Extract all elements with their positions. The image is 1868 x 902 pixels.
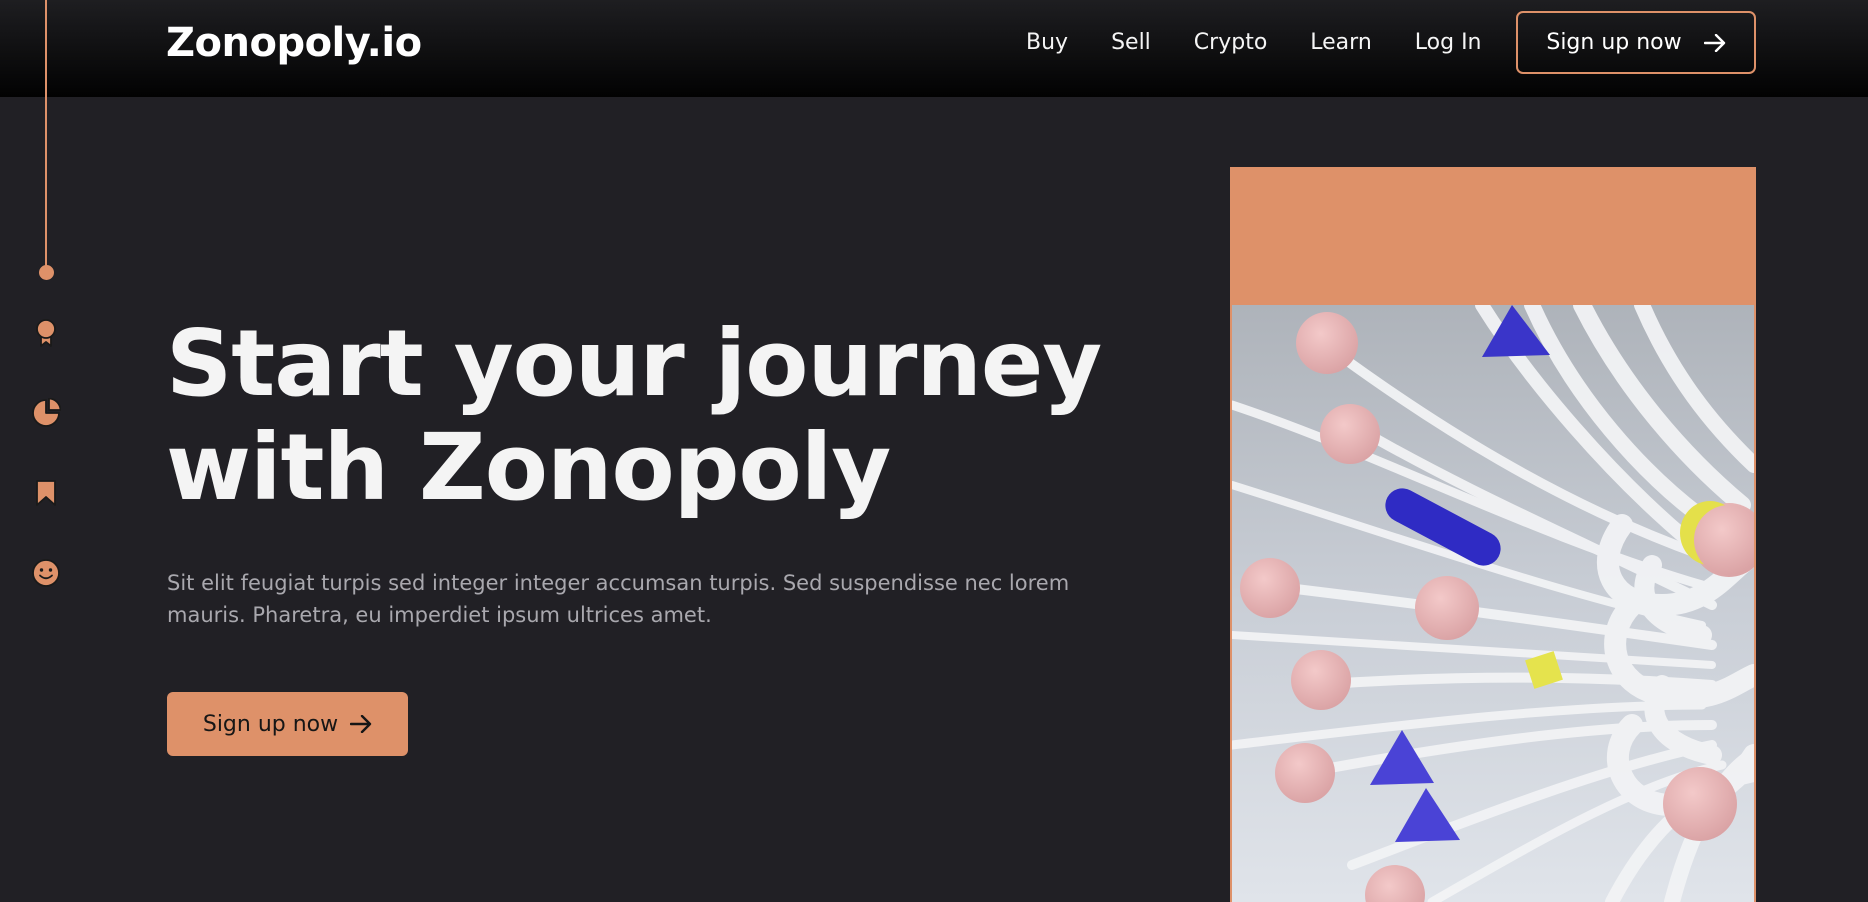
hero-title-line-2: with Zonopoly	[166, 414, 891, 521]
nav-link-crypto[interactable]: Crypto	[1194, 30, 1267, 55]
nav-signup-button[interactable]: Sign up now	[1516, 11, 1756, 74]
hero-signup-label: Sign up now	[202, 711, 339, 737]
nav-links: Buy Sell Crypto Learn Log In	[1026, 30, 1482, 55]
nav-link-buy[interactable]: Buy	[1026, 30, 1068, 55]
landing-page: Zonopoly.io Buy Sell Crypto Learn Log In…	[0, 0, 1868, 902]
hero-title-line-1: Start your journey	[166, 310, 1102, 417]
bookmark-icon[interactable]	[31, 478, 61, 508]
logo[interactable]: Zonopoly.io	[166, 20, 422, 66]
nav-link-learn[interactable]: Learn	[1310, 30, 1372, 55]
abstract-3d-artwork	[1232, 305, 1754, 902]
smile-icon[interactable]	[31, 558, 61, 588]
nav-signup-label: Sign up now	[1546, 30, 1682, 55]
timeline-line	[45, 0, 47, 270]
arrow-right-icon	[350, 715, 372, 733]
top-navbar: Zonopoly.io Buy Sell Crypto Learn Log In…	[0, 0, 1868, 97]
hero-title: Start your journey with Zonopoly	[166, 312, 1166, 520]
hero-description: Sit elit feugiat turpis sed integer inte…	[167, 571, 1070, 627]
timeline-dot	[39, 265, 54, 280]
nav-link-login[interactable]: Log In	[1415, 30, 1482, 55]
award-icon[interactable]	[31, 318, 61, 348]
pie-chart-icon[interactable]	[31, 398, 61, 428]
nav-link-sell[interactable]: Sell	[1111, 30, 1151, 55]
hero-signup-button[interactable]: Sign up now	[167, 692, 408, 756]
hero-artwork-frame	[1230, 167, 1756, 902]
arrow-right-icon	[1703, 33, 1726, 52]
